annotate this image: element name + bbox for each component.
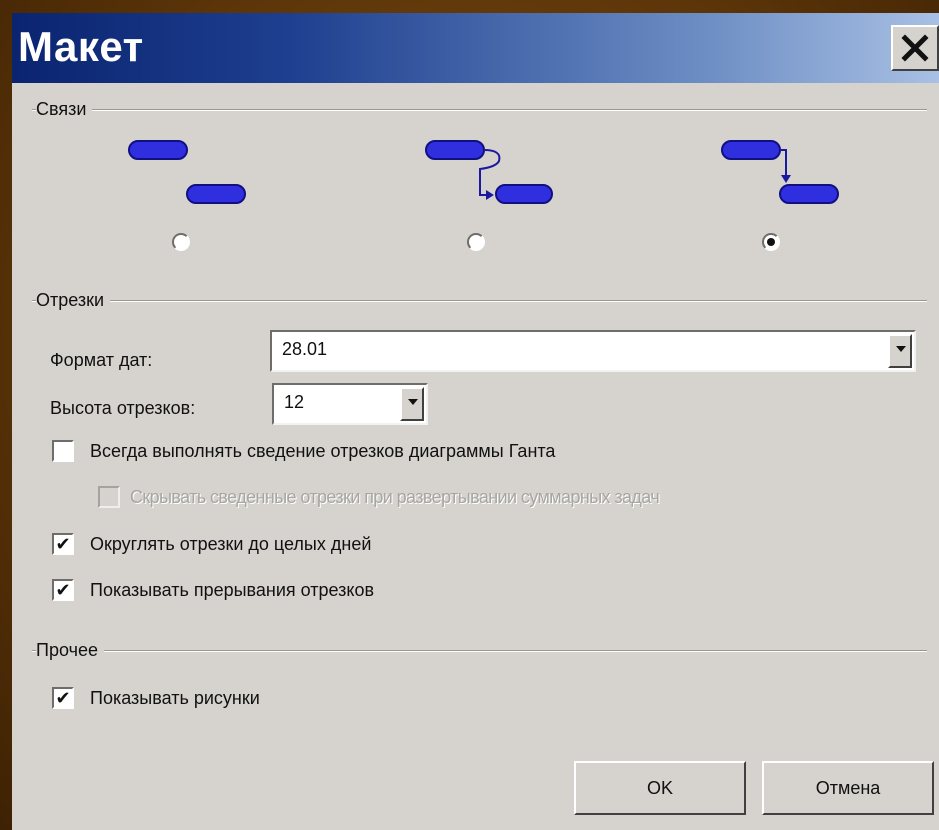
hide-rollup-label: Скрывать сведенные отрезки при развертыв… (130, 487, 660, 507)
curved-links-icon (425, 140, 553, 204)
round-bars-label: Округлять отрезки до целых дней (90, 534, 372, 554)
check-icon: ✔ (55, 688, 71, 708)
radio-selected-dot (767, 238, 775, 246)
bars-group-line (32, 300, 927, 302)
show-splits-checkbox[interactable]: ✔ (52, 579, 74, 601)
chevron-down-icon[interactable] (400, 387, 424, 421)
other-group-line (32, 650, 927, 652)
check-icon: ✔ (55, 580, 71, 600)
chevron-down-icon[interactable] (888, 334, 912, 368)
layout-dialog: Макет Связи Отрезки Формат дат: 28.01 Вы… (12, 13, 939, 830)
radio-straight-links[interactable] (762, 233, 780, 251)
show-splits-label: Показывать прерывания отрезков (90, 580, 375, 600)
radio-no-links[interactable] (172, 233, 190, 251)
always-rollup-checkbox[interactable] (52, 440, 74, 462)
straight-links-icon (721, 140, 839, 204)
no-links-icon (128, 140, 246, 204)
title-bar: Макет (12, 13, 939, 83)
bar-height-select[interactable]: 12 (272, 383, 428, 425)
bars-group-label: Отрезки (36, 290, 111, 311)
check-icon: ✔ (55, 534, 71, 554)
date-format-select[interactable]: 28.01 (270, 330, 916, 372)
date-format-value: 28.01 (282, 339, 328, 359)
bar-height-value: 12 (284, 392, 305, 412)
date-format-label: Формат дат: (50, 350, 153, 370)
cancel-button[interactable]: Отмена (762, 761, 934, 815)
other-group-label: Прочее (36, 640, 104, 661)
close-button[interactable] (891, 25, 939, 71)
links-group-line (32, 109, 927, 111)
show-drawings-label: Показывать рисунки (90, 688, 260, 708)
close-icon (901, 34, 929, 62)
round-bars-checkbox[interactable]: ✔ (52, 533, 74, 555)
ok-button[interactable]: OK (574, 761, 746, 815)
links-group-label: Связи (36, 99, 93, 120)
radio-curved-links[interactable] (467, 233, 485, 251)
hide-rollup-checkbox (98, 486, 120, 508)
bar-height-label: Высота отрезков: (50, 398, 196, 418)
show-drawings-checkbox[interactable]: ✔ (52, 687, 74, 709)
dialog-title: Макет (18, 23, 144, 70)
always-rollup-label: Всегда выполнять сведение отрезков диагр… (90, 441, 556, 461)
